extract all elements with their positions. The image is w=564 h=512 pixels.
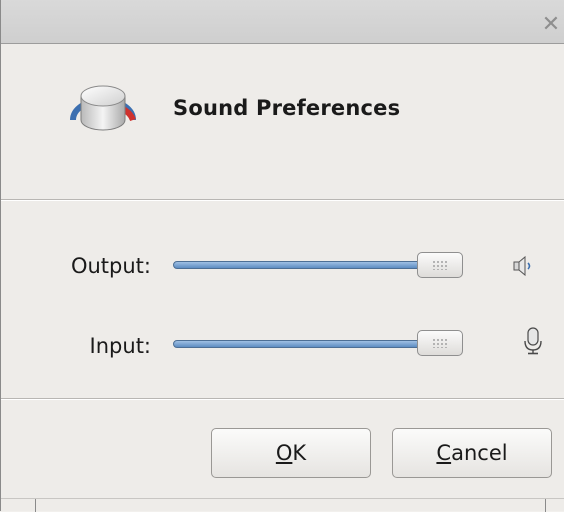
header-separator	[1, 199, 564, 201]
speaker-icon[interactable]	[510, 251, 534, 281]
close-icon[interactable]: ✕	[537, 11, 564, 39]
microphone-icon[interactable]	[521, 326, 545, 356]
cancel-button[interactable]: Cancel	[392, 428, 552, 478]
input-volume-slider-thumb[interactable]	[417, 330, 463, 356]
ok-button-label: K	[292, 441, 307, 465]
cancel-button-mnemonic: C	[436, 441, 452, 465]
page-title: Sound Preferences	[173, 96, 401, 120]
input-label: Input:	[89, 334, 151, 358]
sound-preferences-window: ✕ Sound Preferences Output: Input: O K C…	[0, 0, 564, 512]
ok-button[interactable]: OK	[211, 428, 371, 478]
cancel-button-label: ancel	[451, 441, 508, 465]
output-volume-slider-thumb[interactable]	[417, 252, 463, 278]
window-bottom-edge	[1, 498, 564, 512]
output-label: Output:	[70, 254, 151, 278]
buttons-separator	[1, 398, 564, 400]
ok-button-mnemonic: O	[275, 441, 293, 465]
sound-preferences-app-icon	[70, 85, 136, 131]
title-bar[interactable]: ✕	[1, 0, 564, 44]
